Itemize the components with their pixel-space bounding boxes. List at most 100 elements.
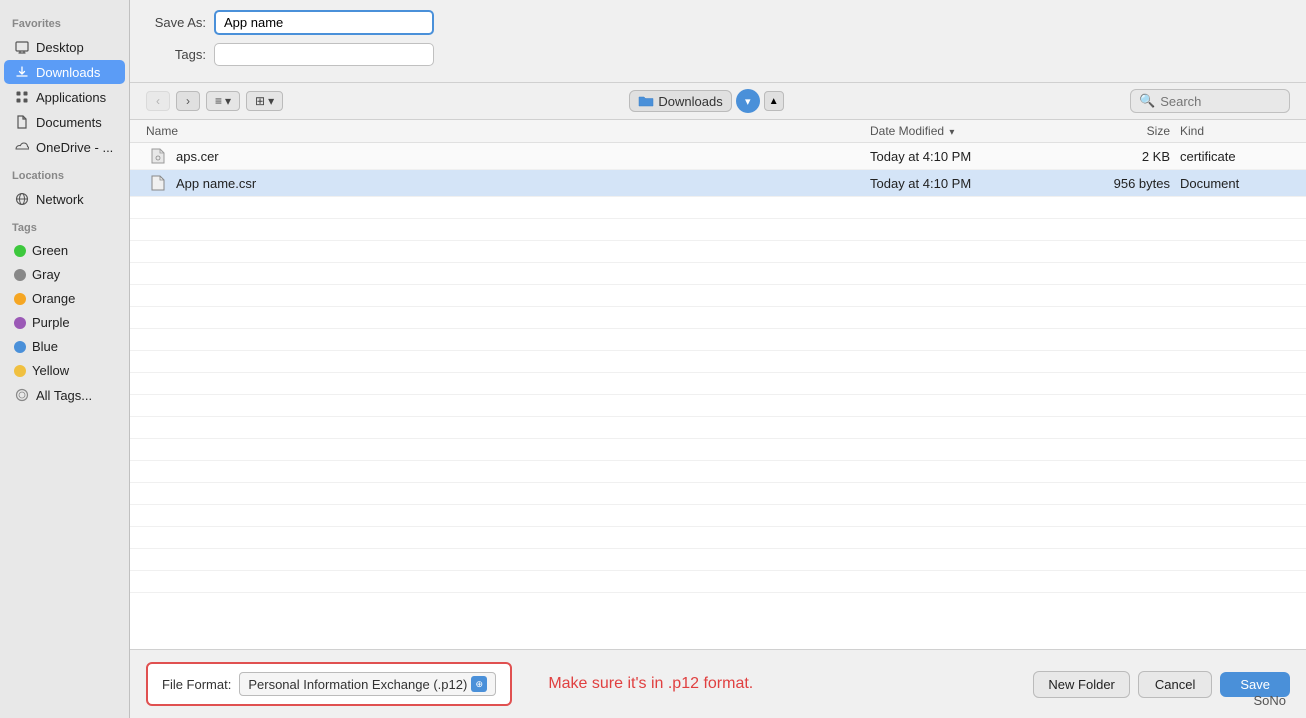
empty-row bbox=[130, 307, 1306, 329]
sort-arrow-icon: ▾ bbox=[949, 127, 954, 138]
table-row[interactable]: aps.cer Today at 4:10 PM 2 KB certificat… bbox=[130, 143, 1306, 170]
empty-row bbox=[130, 219, 1306, 241]
main-content: Save As: Tags: ‹ › ≡ ▾ ⊞ ▾ bbox=[130, 0, 1306, 718]
save-as-input[interactable] bbox=[214, 10, 434, 35]
sidebar-item-green-label: Green bbox=[32, 243, 68, 258]
sono-label: SoNo bbox=[1253, 693, 1286, 708]
sidebar-item-applications-label: Applications bbox=[36, 90, 106, 105]
tags-label: Tags bbox=[0, 212, 129, 238]
search-bar: 🔍 bbox=[1130, 89, 1290, 113]
location-bar: Downloads ▾ ▲ bbox=[629, 89, 783, 113]
empty-row bbox=[130, 571, 1306, 593]
sidebar-item-blue[interactable]: Blue bbox=[4, 335, 125, 358]
format-box: File Format: Personal Information Exchan… bbox=[146, 662, 512, 706]
tags-input[interactable] bbox=[214, 43, 434, 66]
sidebar-item-yellow-label: Yellow bbox=[32, 363, 69, 378]
file-size: 2 KB bbox=[1070, 149, 1170, 164]
desktop-icon bbox=[14, 39, 30, 55]
sidebar-item-gray[interactable]: Gray bbox=[4, 263, 125, 286]
file-kind: certificate bbox=[1170, 149, 1290, 164]
expand-button[interactable]: ▲ bbox=[764, 91, 784, 111]
tags-label: Tags: bbox=[146, 47, 206, 62]
sidebar-item-yellow[interactable]: Yellow bbox=[4, 359, 125, 382]
downloads-icon bbox=[14, 64, 30, 80]
sidebar-item-gray-label: Gray bbox=[32, 267, 60, 282]
toolbar: ‹ › ≡ ▾ ⊞ ▾ Downloads ▾ bbox=[130, 83, 1306, 120]
folder-icon bbox=[638, 93, 654, 109]
sidebar-item-downloads[interactable]: Downloads bbox=[4, 60, 125, 84]
bottom-buttons: New Folder Cancel Save bbox=[1033, 671, 1290, 698]
list-view-button[interactable]: ≡ ▾ bbox=[206, 91, 240, 111]
tags-row: Tags: bbox=[146, 43, 1290, 66]
orange-dot bbox=[14, 293, 26, 305]
new-folder-button[interactable]: New Folder bbox=[1033, 671, 1129, 698]
empty-row bbox=[130, 263, 1306, 285]
sidebar: Favorites Desktop Downloads bbox=[0, 0, 130, 718]
format-label: File Format: bbox=[162, 677, 231, 692]
gray-dot bbox=[14, 269, 26, 281]
sidebar-item-onedrive[interactable]: OneDrive - ... bbox=[4, 135, 125, 159]
empty-row bbox=[130, 527, 1306, 549]
applications-icon bbox=[14, 89, 30, 105]
location-dropdown-button[interactable]: ▾ bbox=[736, 89, 760, 113]
save-dialog-header: Save As: Tags: bbox=[130, 0, 1306, 83]
yellow-dot bbox=[14, 365, 26, 377]
column-header-size[interactable]: Size bbox=[1070, 124, 1170, 138]
empty-row bbox=[130, 439, 1306, 461]
cancel-button[interactable]: Cancel bbox=[1138, 671, 1212, 698]
dropdown-arrow-icon: ▾ bbox=[745, 95, 751, 108]
green-dot bbox=[14, 245, 26, 257]
locations-label: Locations bbox=[0, 160, 129, 186]
all-tags-icon bbox=[14, 387, 30, 403]
column-header-name[interactable]: Name bbox=[146, 124, 870, 138]
file-name: App name.csr bbox=[176, 176, 870, 191]
network-icon bbox=[14, 191, 30, 207]
file-date: Today at 4:10 PM bbox=[870, 176, 1070, 191]
sidebar-item-orange[interactable]: Orange bbox=[4, 287, 125, 310]
save-as-label: Save As: bbox=[146, 15, 206, 30]
empty-row bbox=[130, 285, 1306, 307]
blue-dot bbox=[14, 341, 26, 353]
search-icon: 🔍 bbox=[1139, 93, 1155, 109]
file-date: Today at 4:10 PM bbox=[870, 149, 1070, 164]
sidebar-item-green[interactable]: Green bbox=[4, 239, 125, 262]
sidebar-item-downloads-label: Downloads bbox=[36, 65, 100, 80]
sidebar-item-blue-label: Blue bbox=[32, 339, 58, 354]
empty-row bbox=[130, 483, 1306, 505]
sidebar-item-all-tags-label: All Tags... bbox=[36, 388, 92, 403]
file-list: Name Date Modified ▾ Size Kind aps.cer T… bbox=[130, 120, 1306, 649]
empty-row bbox=[130, 373, 1306, 395]
empty-row bbox=[130, 461, 1306, 483]
forward-button[interactable]: › bbox=[176, 91, 200, 111]
sidebar-item-network[interactable]: Network bbox=[4, 187, 125, 211]
file-list-header: Name Date Modified ▾ Size Kind bbox=[130, 120, 1306, 143]
column-header-date[interactable]: Date Modified ▾ bbox=[870, 124, 1070, 138]
grid-view-chevron: ▾ bbox=[268, 94, 274, 108]
annotation-text: Make sure it's in .p12 format. bbox=[548, 675, 753, 693]
table-row[interactable]: App name.csr Today at 4:10 PM 956 bytes … bbox=[130, 170, 1306, 197]
empty-row bbox=[130, 505, 1306, 527]
file-size: 956 bytes bbox=[1070, 176, 1170, 191]
back-button[interactable]: ‹ bbox=[146, 91, 170, 111]
favorites-label: Favorites bbox=[0, 8, 129, 34]
sidebar-item-documents[interactable]: Documents bbox=[4, 110, 125, 134]
empty-row bbox=[130, 351, 1306, 373]
purple-dot bbox=[14, 317, 26, 329]
location-pill[interactable]: Downloads bbox=[629, 90, 731, 112]
onedrive-icon bbox=[14, 139, 30, 155]
save-as-row: Save As: bbox=[146, 10, 1290, 35]
format-select[interactable]: Personal Information Exchange (.p12) ⊕ bbox=[239, 672, 496, 696]
column-header-kind[interactable]: Kind bbox=[1170, 124, 1290, 138]
sidebar-item-all-tags[interactable]: All Tags... bbox=[4, 383, 125, 407]
sidebar-item-desktop[interactable]: Desktop bbox=[4, 35, 125, 59]
list-view-chevron: ▾ bbox=[225, 94, 231, 108]
sidebar-item-onedrive-label: OneDrive - ... bbox=[36, 140, 113, 155]
empty-row bbox=[130, 549, 1306, 571]
sidebar-item-desktop-label: Desktop bbox=[36, 40, 84, 55]
grid-view-button[interactable]: ⊞ ▾ bbox=[246, 91, 283, 111]
bottom-bar: File Format: Personal Information Exchan… bbox=[130, 649, 1306, 718]
sidebar-item-applications[interactable]: Applications bbox=[4, 85, 125, 109]
search-input[interactable] bbox=[1160, 94, 1280, 109]
sidebar-item-purple[interactable]: Purple bbox=[4, 311, 125, 334]
empty-row bbox=[130, 417, 1306, 439]
